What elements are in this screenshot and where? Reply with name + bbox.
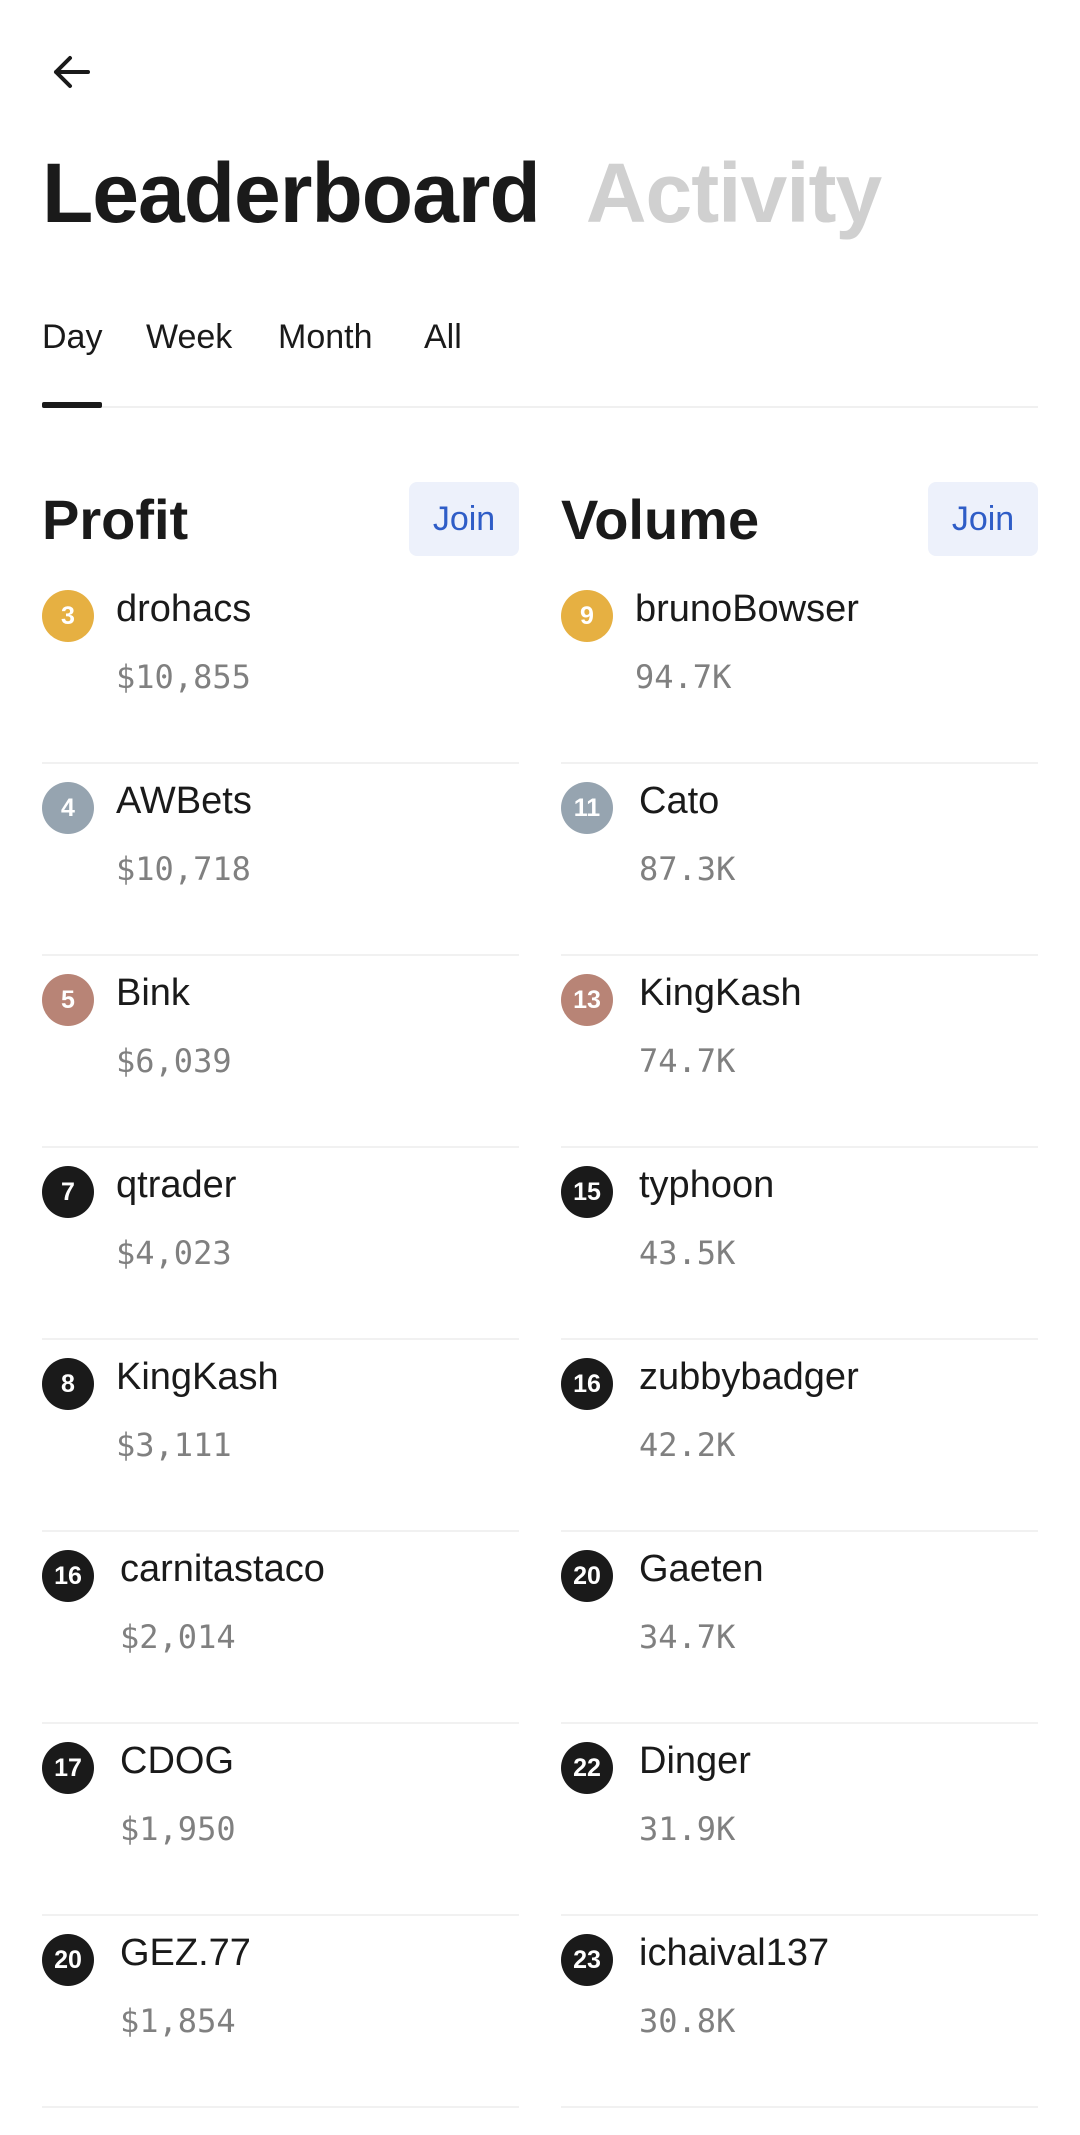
period-tabs: Day Week Month All xyxy=(42,318,1038,408)
user-name[interactable]: KingKash xyxy=(116,1356,279,1399)
rank-badge: 16 xyxy=(561,1358,613,1410)
profit-value: $10,855 xyxy=(116,658,251,696)
rank-badge: 13 xyxy=(561,974,613,1026)
profit-value: $1,950 xyxy=(120,1810,236,1848)
user-name[interactable]: AWBets xyxy=(116,780,252,823)
header-titles: Leaderboard Activity xyxy=(42,145,882,242)
profit-value: $3,111 xyxy=(116,1426,232,1464)
user-name[interactable]: qtrader xyxy=(116,1164,236,1207)
profit-value: $1,854 xyxy=(120,2002,236,2040)
leaderboard-row[interactable]: 22 Dinger 31.9K xyxy=(561,1724,1038,1916)
rank-badge: 23 xyxy=(561,1934,613,1986)
profit-value: $2,014 xyxy=(120,1618,236,1656)
rank-badge: 8 xyxy=(42,1358,94,1410)
leaderboard-row[interactable]: 11 Cato 87.3K xyxy=(561,764,1038,956)
volume-value: 30.8K xyxy=(639,2002,736,2040)
tab-week[interactable]: Week xyxy=(146,318,232,406)
rank-badge: 22 xyxy=(561,1742,613,1794)
profit-value: $4,023 xyxy=(116,1234,232,1272)
leaderboard-row[interactable]: 13 KingKash 74.7K xyxy=(561,956,1038,1148)
tab-all[interactable]: All xyxy=(424,318,462,406)
profit-join-button[interactable]: Join xyxy=(409,482,519,556)
arrow-left-icon xyxy=(54,56,90,88)
leaderboard-row[interactable]: 5 Bink $6,039 xyxy=(42,956,519,1148)
leaderboard-row[interactable]: 23 ichaival137 30.8K xyxy=(561,1916,1038,2108)
user-name[interactable]: ichaival137 xyxy=(639,1932,829,1975)
rank-badge: 5 xyxy=(42,974,94,1026)
leaderboard-row[interactable]: 16 zubbybadger 42.2K xyxy=(561,1340,1038,1532)
leaderboard-row[interactable]: 3 drohacs $10,855 xyxy=(42,572,519,764)
user-name[interactable]: typhoon xyxy=(639,1164,774,1207)
rank-badge: 9 xyxy=(561,590,613,642)
tab-day[interactable]: Day xyxy=(42,318,103,408)
user-name[interactable]: Bink xyxy=(116,972,190,1015)
leaderboard-row[interactable]: 15 typhoon 43.5K xyxy=(561,1148,1038,1340)
volume-value: 87.3K xyxy=(639,850,736,888)
volume-value: 42.2K xyxy=(639,1426,736,1464)
volume-value: 34.7K xyxy=(639,1618,736,1656)
volume-column: Volume Join 9 brunoBowser 94.7K 11 Cato 87.3K… xyxy=(561,480,1038,2108)
leaderboard-row[interactable]: 17 CDOG $1,950 xyxy=(42,1724,519,1916)
volume-header: Volume Join xyxy=(561,480,1038,558)
rank-badge: 17 xyxy=(42,1742,94,1794)
leaderboard-row[interactable]: 16 carnitastaco $2,014 xyxy=(42,1532,519,1724)
rank-badge: 20 xyxy=(42,1934,94,1986)
profit-value: $6,039 xyxy=(116,1042,232,1080)
user-name[interactable]: drohacs xyxy=(116,588,251,631)
leaderboard-row[interactable]: 7 qtrader $4,023 xyxy=(42,1148,519,1340)
user-name[interactable]: zubbybadger xyxy=(639,1356,859,1399)
rank-badge: 3 xyxy=(42,590,94,642)
rank-badge: 7 xyxy=(42,1166,94,1218)
user-name[interactable]: brunoBowser xyxy=(635,588,859,631)
volume-list: 9 brunoBowser 94.7K 11 Cato 87.3K 13 KingKash 74… xyxy=(561,572,1038,2108)
volume-join-button[interactable]: Join xyxy=(928,482,1038,556)
leaderboard-row[interactable]: 20 Gaeten 34.7K xyxy=(561,1532,1038,1724)
volume-title: Volume xyxy=(561,487,760,551)
user-name[interactable]: CDOG xyxy=(120,1740,234,1783)
user-name[interactable]: GEZ.77 xyxy=(120,1932,251,1975)
rank-badge: 4 xyxy=(42,782,94,834)
back-button[interactable] xyxy=(42,42,102,102)
volume-value: 31.9K xyxy=(639,1810,736,1848)
leaderboard-title[interactable]: Leaderboard xyxy=(42,145,541,242)
volume-value: 43.5K xyxy=(639,1234,736,1272)
rank-badge: 11 xyxy=(561,782,613,834)
profit-list: 3 drohacs $10,855 4 AWBets $10,718 5 Bink $6,039… xyxy=(42,572,519,2108)
rank-badge: 15 xyxy=(561,1166,613,1218)
profit-column: Profit Join 3 drohacs $10,855 4 AWBets $10,71… xyxy=(42,480,519,2108)
user-name[interactable]: KingKash xyxy=(639,972,802,1015)
activity-title[interactable]: Activity xyxy=(586,145,882,242)
leaderboard-row[interactable]: 9 brunoBowser 94.7K xyxy=(561,572,1038,764)
leaderboard-row[interactable]: 8 KingKash $3,111 xyxy=(42,1340,519,1532)
user-name[interactable]: carnitastaco xyxy=(120,1548,325,1591)
profit-title: Profit xyxy=(42,487,189,551)
volume-value: 74.7K xyxy=(639,1042,736,1080)
leaderboard-row[interactable]: 4 AWBets $10,718 xyxy=(42,764,519,956)
rank-badge: 16 xyxy=(42,1550,94,1602)
user-name[interactable]: Dinger xyxy=(639,1740,751,1783)
volume-value: 94.7K xyxy=(635,658,732,696)
leaderboard-row[interactable]: 20 GEZ.77 $1,854 xyxy=(42,1916,519,2108)
user-name[interactable]: Gaeten xyxy=(639,1548,764,1591)
rank-badge: 20 xyxy=(561,1550,613,1602)
profit-value: $10,718 xyxy=(116,850,251,888)
profit-header: Profit Join xyxy=(42,480,519,558)
tab-month[interactable]: Month xyxy=(278,318,373,406)
user-name[interactable]: Cato xyxy=(639,780,719,823)
